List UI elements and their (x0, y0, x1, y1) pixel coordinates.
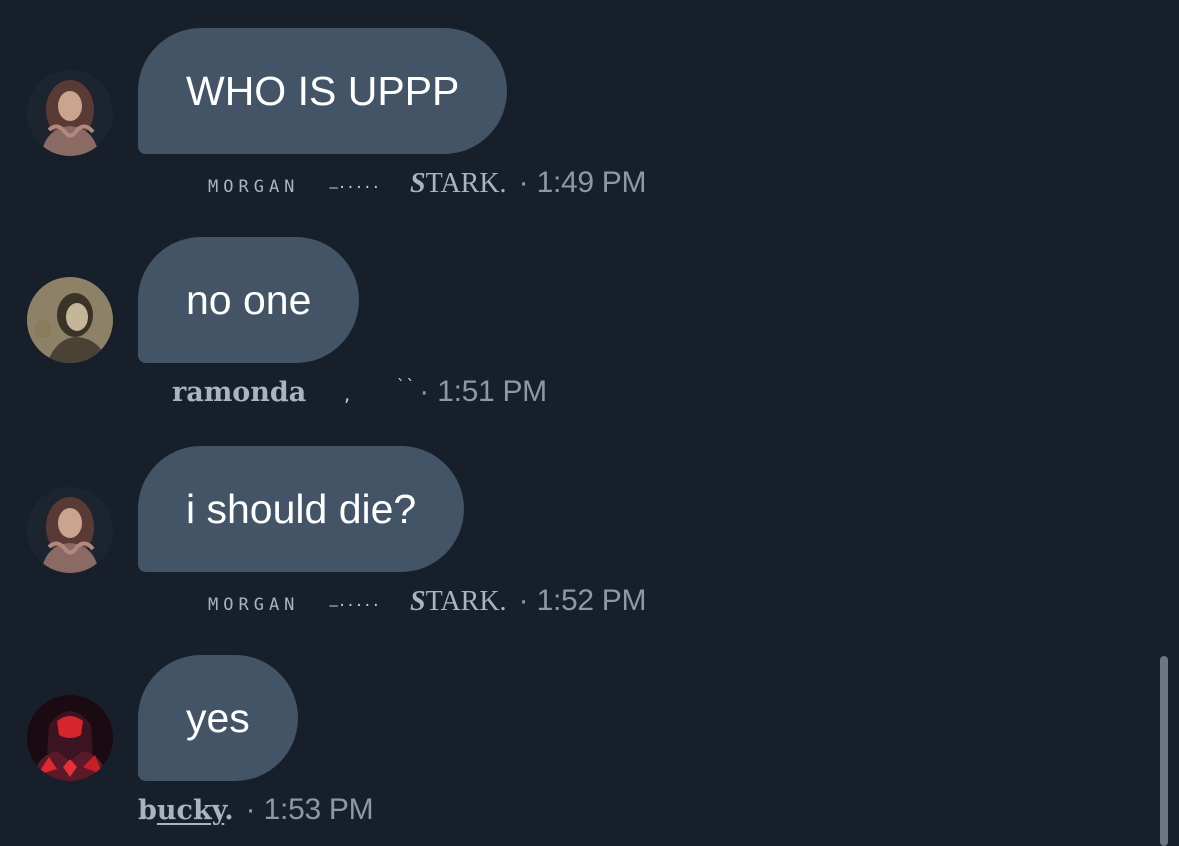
sender-avatar[interactable] (27, 277, 113, 363)
message-text: i should die? (186, 486, 417, 532)
message-bubble[interactable]: WHO IS UPPP (138, 28, 508, 154)
message-bubble[interactable]: i should die? (138, 446, 465, 572)
scrollbar-thumb[interactable] (1160, 656, 1168, 846)
sender-name-suffix: . (224, 795, 234, 826)
avatar-sepia-portrait-icon (27, 277, 113, 363)
dm-thread: WHO IS UPPP MORGAN —····· STARK. · 1:49 … (0, 0, 1179, 846)
sender-avatar[interactable] (27, 487, 113, 573)
sender-name-decoration: —····· (329, 598, 380, 614)
sender-name-decoration: `` (395, 376, 416, 395)
sender-name-decoration: , (342, 386, 352, 405)
message-timestamp: 1:53 PM (263, 793, 374, 826)
sender-avatar[interactable] (27, 695, 113, 781)
message-timestamp: 1:49 PM (536, 166, 647, 199)
message-text: no one (186, 277, 312, 323)
sender-name-decoration: —····· (329, 180, 380, 196)
avatar-woman-curly-hair-icon (27, 487, 113, 573)
message-text: WHO IS UPPP (186, 68, 460, 114)
avatar-red-masked-figure-icon (27, 695, 113, 781)
message-meta: MORGAN —····· STARK. · 1:52 PM (208, 584, 646, 618)
separator-dot: · (245, 793, 256, 826)
message-text: yes (186, 695, 250, 741)
sender-name-initial: S (410, 586, 426, 617)
sender-name-rest: TARK. (425, 586, 507, 617)
sender-name: ramonda (172, 377, 307, 408)
message-bubble[interactable]: no one (138, 237, 360, 363)
sender-name-last: STARK. (410, 586, 507, 618)
sender-avatar[interactable] (27, 70, 113, 156)
message-timestamp: 1:51 PM (437, 375, 547, 408)
separator-dot: · (518, 166, 529, 199)
sender-name-rest: ucky (156, 795, 225, 826)
sender-name-first: MORGAN (208, 177, 300, 197)
message-meta: ramonda , `` · 1:51 PM (172, 375, 547, 409)
separator-dot: · (419, 375, 430, 408)
sender-name-rest: TARK. (425, 168, 507, 199)
message-bubble[interactable]: yes (138, 655, 298, 781)
message-meta: MORGAN —····· STARK. · 1:49 PM (208, 166, 646, 200)
sender-name-first: MORGAN (208, 595, 300, 615)
avatar-woman-curly-hair-icon (27, 70, 113, 156)
message-timestamp: 1:52 PM (536, 584, 647, 617)
sender-name-last: STARK. (410, 168, 507, 200)
sender-name-initial: S (410, 168, 426, 199)
message-meta: bucky. · 1:53 PM (138, 793, 374, 827)
separator-dot: · (518, 584, 529, 617)
sender-name-initial: b (138, 795, 157, 826)
sender-name: bucky. (138, 795, 234, 826)
